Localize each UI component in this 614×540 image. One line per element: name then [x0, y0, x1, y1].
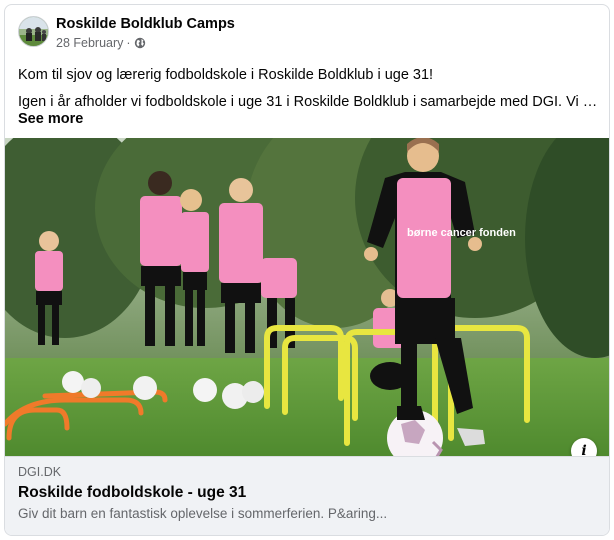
post-meta: 28 February · — [56, 36, 146, 50]
post-text-line-1: Kom til sjov og lærerig fodboldskole i R… — [18, 67, 434, 83]
post-header: Roskilde Boldklub Camps 28 February · — [5, 5, 609, 57]
page-name-link[interactable]: Roskilde Boldklub Camps — [56, 16, 235, 32]
page-avatar[interactable] — [18, 16, 49, 47]
post-photo[interactable]: børne cancer fonden — [5, 138, 609, 456]
facebook-post-card: Roskilde Boldklub Camps 28 February · Ko… — [4, 4, 610, 536]
meta-separator: · — [126, 36, 131, 50]
post-date[interactable]: 28 February — [56, 36, 123, 50]
link-description: Giv dit barn en fantastisk oplevelse i s… — [18, 506, 388, 521]
link-domain: DGI.DK — [18, 465, 62, 479]
jersey-sponsor-text: børne cancer fonden — [407, 227, 516, 239]
see-more-link[interactable]: See more — [18, 109, 83, 129]
post-text-line-2: Igen i år afholder vi fodboldskole i uge… — [18, 94, 598, 110]
link-title[interactable]: Roskilde fodboldskole - uge 31 — [18, 484, 246, 502]
globe-icon — [134, 37, 146, 49]
link-preview[interactable]: DGI.DK Roskilde fodboldskole - uge 31 Gi… — [5, 456, 609, 535]
